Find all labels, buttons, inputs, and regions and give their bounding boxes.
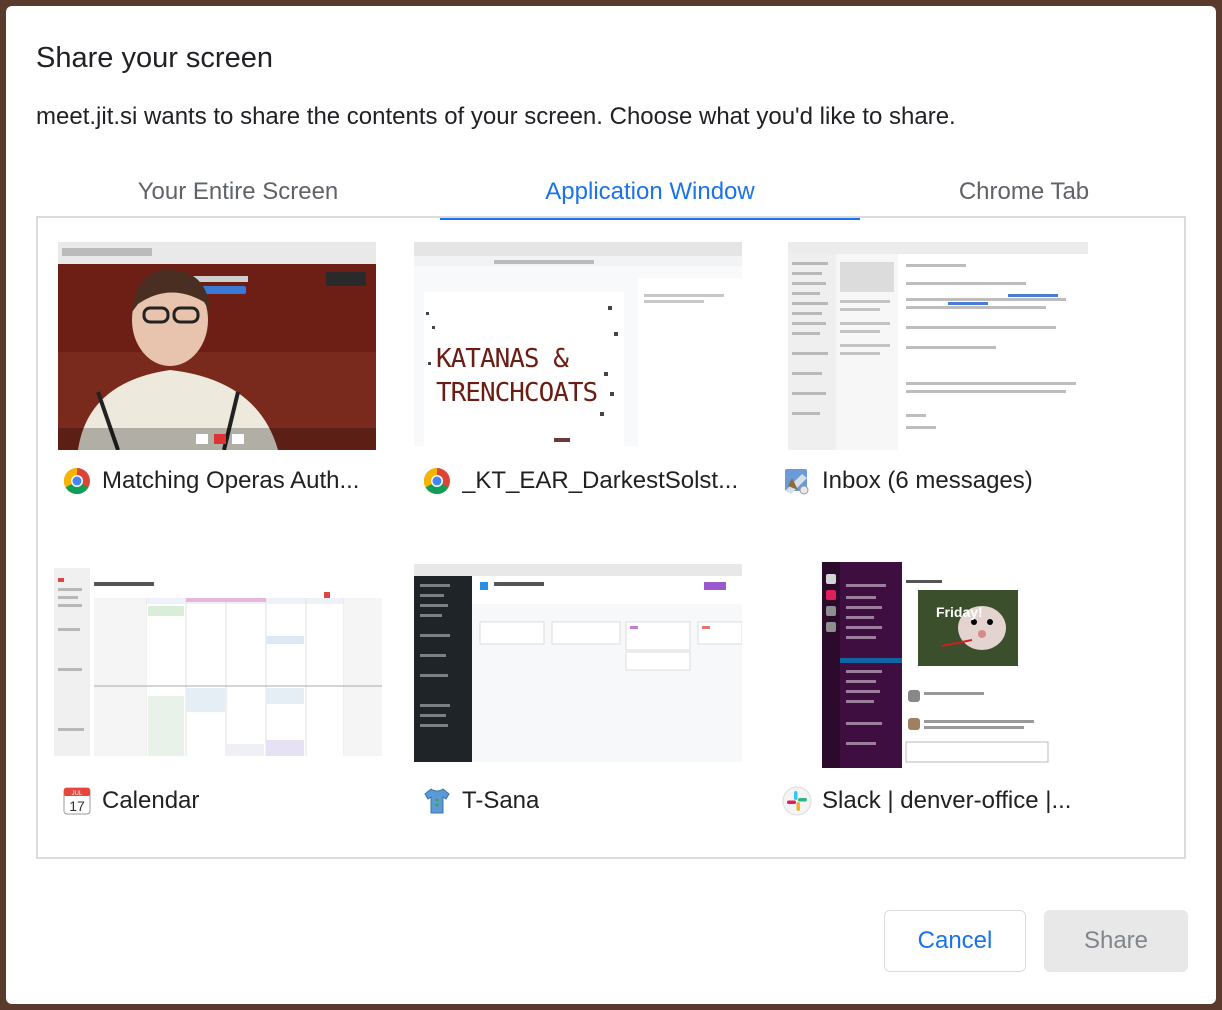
window-thumbnail-mail[interactable] <box>788 242 1088 450</box>
chrome-icon <box>423 467 450 495</box>
tab-entire-screen[interactable]: Your Entire Screen <box>36 166 440 218</box>
window-item-1[interactable]: Matching Operas Auth... <box>62 466 382 496</box>
window-thumbnail-calendar[interactable] <box>54 568 382 756</box>
tab-application-window[interactable]: Application Window <box>440 166 860 218</box>
window-thumbnail-tsana[interactable] <box>414 564 742 762</box>
slack-preview <box>822 562 1052 768</box>
window-item-6[interactable]: Slack | denver-office |... <box>782 786 1122 816</box>
window-title: Calendar <box>102 787 200 814</box>
window-thumbnail-slack[interactable]: Friday! <box>822 562 1052 768</box>
cancel-button[interactable]: Cancel <box>884 910 1026 972</box>
mail-icon <box>785 469 809 495</box>
screen-share-dialog: Share your screen meet.jit.si wants to s… <box>6 6 1216 1004</box>
window-item-2[interactable]: _KT_EAR_DarkestSolst... <box>422 466 742 496</box>
window-item-3[interactable]: Inbox (6 messages) <box>782 466 1102 496</box>
share-source-tabs: Your Entire Screen Application Window Ch… <box>36 166 1188 220</box>
document-title-line-1: KATANAS & <box>436 344 569 374</box>
window-thumbnail-video-call[interactable] <box>58 242 376 450</box>
slack-gif-caption: Friday! <box>936 604 983 620</box>
document-title-text: KATANAS & TRENCHCOATS <box>436 342 598 410</box>
document-title-line-2: TRENCHCOATS <box>436 378 598 408</box>
calendar-icon: JUL 17 <box>63 787 91 815</box>
window-list-panel: Matching Operas Auth... KATANAS & TRENCH… <box>36 216 1186 859</box>
calendar-icon-day: 17 <box>69 798 85 814</box>
tsana-preview <box>414 564 742 762</box>
window-title: _KT_EAR_DarkestSolst... <box>462 467 739 494</box>
window-title: Inbox (6 messages) <box>822 467 1033 494</box>
window-item-4[interactable]: JUL 17 Calendar <box>62 786 382 816</box>
window-title: T-Sana <box>462 787 540 814</box>
window-thumbnail-document[interactable]: KATANAS & TRENCHCOATS <box>414 242 742 446</box>
window-title: Matching Operas Auth... <box>102 467 360 494</box>
window-item-5[interactable]: T-Sana <box>422 786 742 816</box>
dialog-subtitle: meet.jit.si wants to share the contents … <box>36 103 956 130</box>
video-call-preview <box>58 242 376 450</box>
dialog-title: Share your screen <box>36 42 273 74</box>
chrome-icon <box>63 467 90 495</box>
window-title: Slack | denver-office |... <box>822 787 1072 814</box>
tab-chrome-tab[interactable]: Chrome Tab <box>860 166 1188 218</box>
calendar-icon-month: JUL <box>72 791 83 797</box>
mail-preview <box>788 242 1088 450</box>
slack-icon <box>782 786 812 816</box>
share-button[interactable]: Share <box>1044 910 1188 972</box>
tshirt-icon <box>424 788 450 814</box>
calendar-preview <box>54 568 382 756</box>
